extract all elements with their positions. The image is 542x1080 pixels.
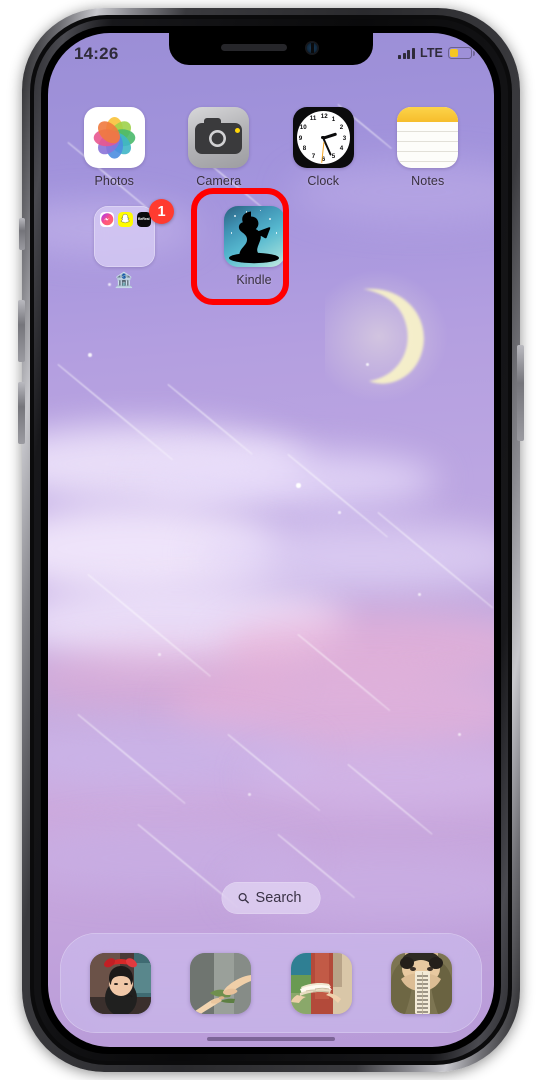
app-label: Camera — [196, 174, 242, 188]
front-camera-icon — [305, 41, 319, 55]
folder-label: 🏦 — [114, 272, 134, 289]
folder-icon: BeReal — [93, 206, 155, 267]
messenger-icon — [99, 212, 114, 227]
app-notes[interactable]: Notes — [384, 107, 472, 188]
character-custom-icon — [391, 952, 453, 1014]
snapchat-icon — [118, 212, 133, 227]
notch — [169, 33, 373, 65]
app-clock[interactable]: 12 1 2 3 4 5 6 7 8 9 10 11 Clock — [279, 107, 367, 188]
dock-app-3[interactable] — [290, 952, 352, 1014]
folder-badge: 1 — [149, 199, 174, 224]
signal-bars-icon — [397, 47, 416, 59]
book-custom-icon — [290, 952, 352, 1014]
app-label: Notes — [411, 174, 445, 188]
photos-icon — [83, 107, 145, 168]
phone-screen: 14:26 LTE Photos Camera 12 1 2 3 4 5 6 7… — [48, 33, 494, 1047]
app-label: Kindle — [236, 273, 272, 287]
home-indicator[interactable] — [207, 1037, 335, 1041]
status-time: 14:26 — [74, 44, 119, 63]
volume-down-button[interactable] — [18, 382, 25, 444]
battery-low-power-icon — [448, 47, 475, 59]
dock-app-2[interactable] — [190, 952, 252, 1014]
app-photos[interactable]: Photos — [70, 107, 158, 188]
network-type-label: LTE — [420, 46, 443, 60]
search-label: Search — [255, 890, 302, 906]
dock-app-1[interactable] — [89, 952, 151, 1014]
app-row-1: Photos Camera 12 1 2 3 4 5 6 7 8 9 10 11… — [48, 107, 494, 188]
app-row-2: 1 BeReal 🏦 Kindle — [48, 188, 494, 305]
app-label: Clock — [307, 174, 340, 188]
app-grid: Photos Camera 12 1 2 3 4 5 6 7 8 9 10 11… — [48, 107, 494, 306]
screenshot-stage: 14:26 LTE Photos Camera 12 1 2 3 4 5 6 7… — [0, 0, 542, 1080]
notes-icon — [397, 107, 459, 168]
volume-up-button[interactable] — [18, 300, 25, 362]
app-kindle[interactable]: Kindle — [191, 188, 298, 305]
power-button[interactable] — [517, 345, 524, 441]
dock-app-4[interactable] — [391, 952, 453, 1014]
app-folder-social[interactable]: 1 BeReal 🏦 — [80, 199, 174, 289]
clock-icon: 12 1 2 3 4 5 6 7 8 9 10 11 — [292, 107, 354, 168]
mute-switch[interactable] — [19, 218, 25, 250]
app-label: Photos — [94, 174, 135, 188]
dock — [60, 933, 482, 1033]
search-icon — [238, 893, 249, 904]
earpiece-speaker — [221, 44, 287, 51]
kiki-custom-icon — [89, 952, 151, 1014]
camera-icon — [188, 107, 250, 168]
hands-custom-icon — [190, 952, 252, 1014]
app-camera[interactable]: Camera — [175, 107, 263, 188]
status-indicators: LTE — [397, 46, 475, 60]
kindle-icon — [223, 206, 285, 267]
search-pill[interactable]: Search — [221, 882, 321, 914]
